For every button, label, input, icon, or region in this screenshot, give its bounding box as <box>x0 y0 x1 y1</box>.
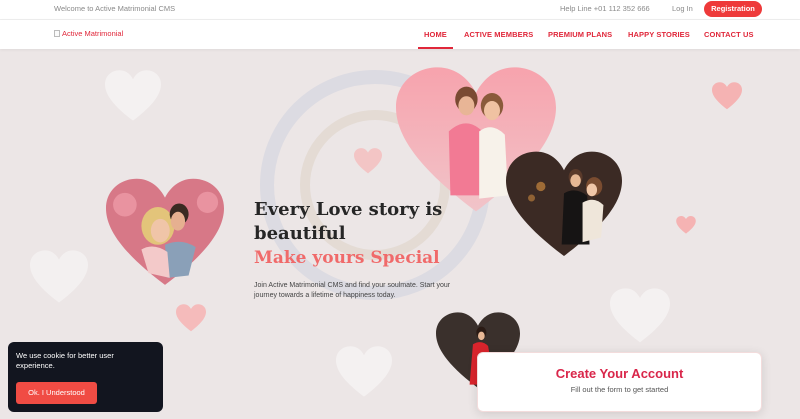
decorative-heart-icon <box>354 148 382 174</box>
decorative-heart-icon <box>30 250 88 303</box>
nav-contact-us[interactable]: CONTACT US <box>704 30 754 39</box>
nav-happy-stories[interactable]: HAPPY STORIES <box>628 30 690 39</box>
registration-button[interactable]: Registration <box>704 1 762 17</box>
decorative-heart-icon <box>176 304 206 332</box>
broken-image-icon <box>54 30 60 37</box>
hero-title: Every Love story is beautiful <box>254 199 443 244</box>
hero-description: Join Active Matrimonial CMS and find you… <box>254 282 451 299</box>
create-account-card: Create Your Account Fill out the form to… <box>477 352 762 412</box>
nav-active-members[interactable]: ACTIVE MEMBERS <box>464 30 533 39</box>
create-account-title: Create Your Account <box>555 366 684 381</box>
cookie-accept-button[interactable]: Ok. I Understood <box>16 382 97 404</box>
create-account-subtitle: Fill out the form to get started <box>570 385 669 394</box>
decorative-heart-icon <box>336 346 392 397</box>
main-navbar: Active Matrimonial HOME ACTIVE MEMBERS P… <box>0 20 800 49</box>
welcome-text: Welcome to Active Matrimonial CMS <box>54 4 176 13</box>
cookie-message: We use cookie for better user experience… <box>16 351 114 370</box>
nav-premium-plans[interactable]: PREMIUM PLANS <box>548 30 612 39</box>
cookie-banner: We use cookie for better user experience… <box>8 342 163 412</box>
decorative-heart-icon <box>676 216 696 234</box>
hero-highlight: Make yours Special <box>254 248 440 268</box>
site-logo[interactable]: Active Matrimonial <box>54 29 123 38</box>
decorative-heart-icon <box>610 288 670 343</box>
nav-home[interactable]: HOME <box>418 30 453 49</box>
logo-alt-text: Active Matrimonial <box>62 29 124 38</box>
decorative-heart-icon <box>712 82 742 110</box>
couple-photo-heart <box>106 178 224 285</box>
decorative-heart-icon <box>105 70 161 121</box>
helpline-text: Help Line +01 112 352 666 <box>560 4 650 13</box>
couple-photo-heart <box>506 151 622 257</box>
login-link[interactable]: Log In <box>672 4 693 13</box>
top-bar: Welcome to Active Matrimonial CMS Help L… <box>0 0 800 20</box>
